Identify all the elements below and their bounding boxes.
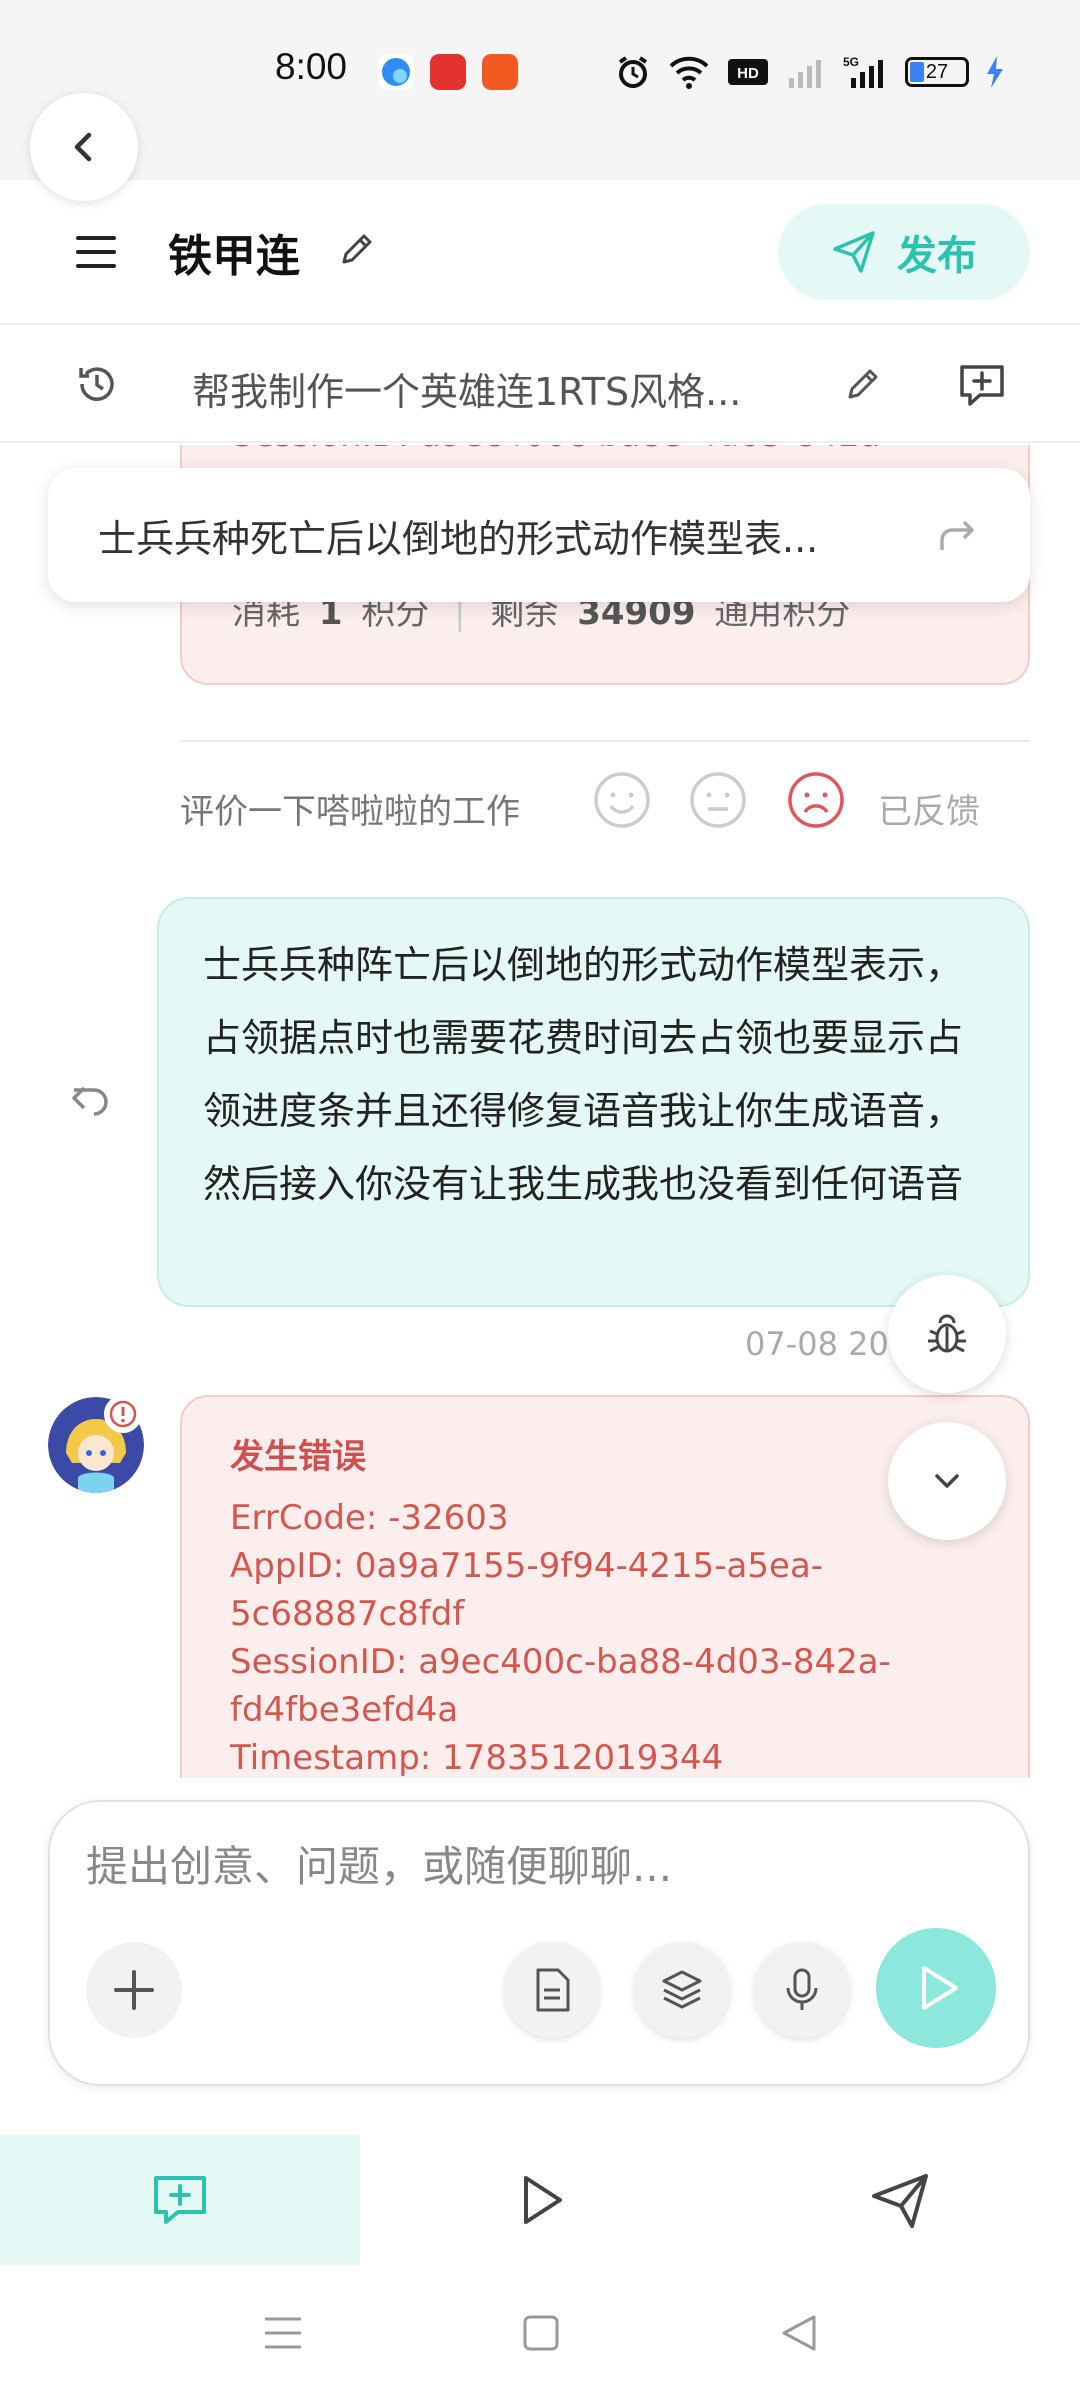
- status-icons: HD 5G 27: [615, 50, 1005, 94]
- error-detail-line: Timestamp: 1783512019344: [230, 1738, 724, 1778]
- layers-icon: [662, 1970, 702, 2009]
- sad-face-icon[interactable]: [786, 770, 846, 830]
- back-button[interactable]: [30, 93, 138, 201]
- plus-icon: [114, 1970, 154, 2010]
- reply-icon[interactable]: [68, 1078, 112, 1122]
- divider: [180, 740, 1030, 742]
- rating-label: 评价一下嗒啦啦的工作: [180, 792, 520, 832]
- publish-button[interactable]: 发布: [778, 204, 1030, 300]
- error-title: 发生错误: [230, 1437, 366, 1477]
- chat-messages[interactable]: SessionID: a9ec400c-ba88-4d03-842a 消耗 1 …: [0, 445, 1080, 1778]
- svg-text:HD: HD: [737, 65, 759, 82]
- bug-icon: [928, 1314, 966, 1353]
- jump-to-message-icon[interactable]: [934, 512, 980, 558]
- tab-publish[interactable]: [720, 2135, 1080, 2265]
- chevron-down-icon: [935, 1474, 959, 1488]
- app-notification-icon: [430, 54, 466, 90]
- error-detail-line: ErrCode: -32603: [230, 1498, 509, 1538]
- history-icon[interactable]: [74, 361, 120, 407]
- add-attachment-button[interactable]: [86, 1942, 182, 2038]
- app-notification-icon: [482, 54, 518, 90]
- hd-icon: HD: [728, 59, 768, 85]
- document-button[interactable]: [504, 1942, 600, 2038]
- back-nav-icon[interactable]: [780, 2313, 818, 2353]
- user-message-bubble[interactable]: 士兵兵种阵亡后以倒地的形式动作模型表示，占领据点时也需要花费时间去占领也要显示占…: [157, 897, 1030, 1307]
- microphone-icon: [786, 1968, 818, 2010]
- scroll-down-button[interactable]: [888, 1422, 1006, 1540]
- chat-add-icon: [154, 2176, 206, 2224]
- error-alert-icon: [104, 1395, 142, 1433]
- edit-title-icon[interactable]: [336, 230, 376, 270]
- neutral-face-icon[interactable]: [688, 770, 748, 830]
- wifi-icon: [669, 56, 709, 89]
- send-icon: [833, 231, 875, 273]
- home-icon[interactable]: [523, 2315, 559, 2351]
- debug-button[interactable]: [888, 1275, 1006, 1393]
- publish-label: 发布: [897, 233, 977, 279]
- status-time: 8:00: [275, 46, 348, 87]
- edit-topic-icon[interactable]: [842, 365, 882, 405]
- new-chat-icon[interactable]: [956, 359, 1008, 411]
- chevron-left-icon: [74, 132, 92, 162]
- user-message-text: 士兵兵种阵亡后以倒地的形式动作模型表示，占领据点时也需要花费时间去占领也要显示占…: [203, 943, 964, 1206]
- previous-error-peek: SessionID: a9ec400c-ba88-4d03-842a: [232, 445, 881, 455]
- send-button[interactable]: [876, 1928, 996, 2048]
- topic-title[interactable]: 帮我制作一个英雄连1RTS风格...: [192, 361, 792, 416]
- conversation-topic-bar: 帮我制作一个英雄连1RTS风格...: [0, 327, 1080, 443]
- floating-prompt-text: 士兵兵种死亡后以倒地的形式动作模型表...: [98, 517, 819, 561]
- alarm-icon: [618, 56, 648, 88]
- rating-row: 评价一下嗒啦啦的工作 已反馈: [180, 770, 1030, 840]
- battery-level: 27: [925, 60, 949, 83]
- tab-preview[interactable]: [360, 2135, 720, 2265]
- project-title: 铁甲连: [168, 231, 300, 282]
- layers-button[interactable]: [634, 1942, 730, 2038]
- happy-face-icon[interactable]: [592, 770, 652, 830]
- tab-chat[interactable]: [0, 2135, 360, 2265]
- bottom-navigation: [0, 2135, 1080, 2265]
- charging-icon: [987, 56, 1003, 88]
- message-composer: [48, 1800, 1030, 2086]
- signal-5g-icon: 5G: [843, 55, 883, 88]
- menu-icon[interactable]: [76, 234, 116, 270]
- send-icon: [872, 2174, 928, 2228]
- message-input[interactable]: [86, 1836, 986, 1896]
- message-timestamp: 07-08 20:: [745, 1325, 900, 1363]
- floating-prompt-card[interactable]: 士兵兵种死亡后以倒地的形式动作模型表...: [48, 468, 1030, 602]
- battery-icon: 27: [905, 57, 969, 87]
- error-detail-line: SessionID: a9ec400c-ba88-4d03-842a-: [230, 1642, 891, 1682]
- system-navigation-bar: [0, 2265, 1080, 2400]
- voice-input-button[interactable]: [754, 1942, 850, 2038]
- error-detail-line: AppID: 0a9a7155-9f94-4215-a5ea-: [230, 1546, 824, 1586]
- error-detail-line: 5c68887c8fdf: [230, 1594, 465, 1634]
- svg-text:5G: 5G: [843, 55, 859, 69]
- status-bar: 8:00 HD 5G 27: [0, 0, 1080, 180]
- signal-icon: [789, 60, 821, 88]
- feedback-status: 已反馈: [878, 792, 980, 832]
- document-icon: [536, 1968, 570, 2012]
- play-icon: [922, 1966, 958, 2010]
- recents-icon[interactable]: [263, 2315, 303, 2351]
- play-icon: [524, 2176, 562, 2224]
- app-notification-icon: [378, 54, 414, 90]
- app-header: 铁甲连 发布: [0, 180, 1080, 325]
- error-detail-line: fd4fbe3efd4a: [230, 1690, 459, 1730]
